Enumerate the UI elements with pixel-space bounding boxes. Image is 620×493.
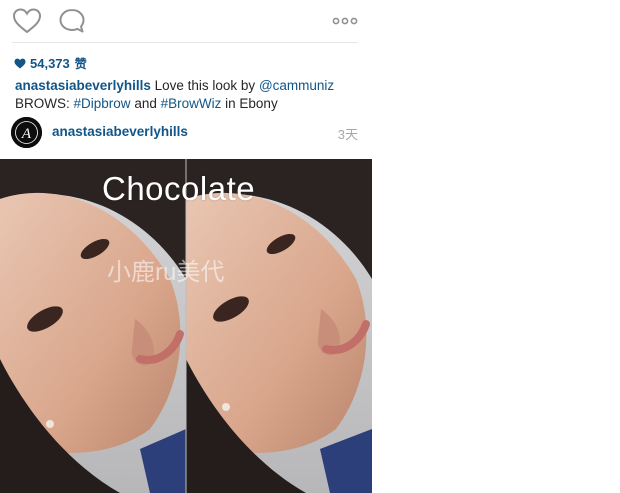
heart-outline-icon[interactable]	[11, 6, 43, 36]
speech-bubble-icon[interactable]	[56, 6, 88, 36]
avatar-monogram: A	[21, 126, 32, 142]
caption-text: BROWS:	[15, 96, 70, 111]
caption-text: Love this look by	[154, 78, 256, 93]
mention-link[interactable]: @cammuniz	[259, 78, 334, 93]
heart-filled-icon	[14, 58, 26, 68]
avatar[interactable]: A	[11, 117, 42, 148]
post-actions	[0, 0, 372, 42]
caption-text: in Ebony	[225, 96, 278, 111]
post-photo[interactable]: Chocolate 小鹿ru美代	[0, 159, 372, 493]
likes-row[interactable]: 54,373 赞	[14, 54, 87, 72]
divider	[12, 42, 358, 43]
likes-count[interactable]: 54,373	[30, 56, 70, 71]
ellipsis-icon[interactable]	[330, 10, 360, 32]
photo-illustration	[0, 159, 372, 493]
hashtag-link[interactable]: #BrowWiz	[161, 96, 222, 111]
caption-text: and	[134, 96, 157, 111]
comment-timestamp: 3天	[337, 127, 358, 142]
photo-watermark: 小鹿ru美代	[107, 259, 225, 286]
photo-overlay-title: Chocolate	[102, 170, 256, 207]
instagram-post: 54,373 赞 anastasiabeverlyhills Love this…	[0, 0, 620, 493]
comment-username-link[interactable]: anastasiabeverlyhills	[52, 124, 188, 139]
caption-username-link[interactable]: anastasiabeverlyhills	[15, 78, 151, 93]
caption-line-2: BROWS: #Dipbrow and #BrowWiz in Ebony	[15, 95, 367, 113]
post-caption: anastasiabeverlyhills Love this look by …	[15, 77, 367, 113]
caption-line-1: anastasiabeverlyhills Love this look by …	[15, 77, 367, 95]
comment-row: A anastasiabeverlyhills 3天	[11, 117, 361, 149]
likes-suffix: 赞	[74, 56, 87, 71]
hashtag-link[interactable]: #Dipbrow	[74, 96, 131, 111]
